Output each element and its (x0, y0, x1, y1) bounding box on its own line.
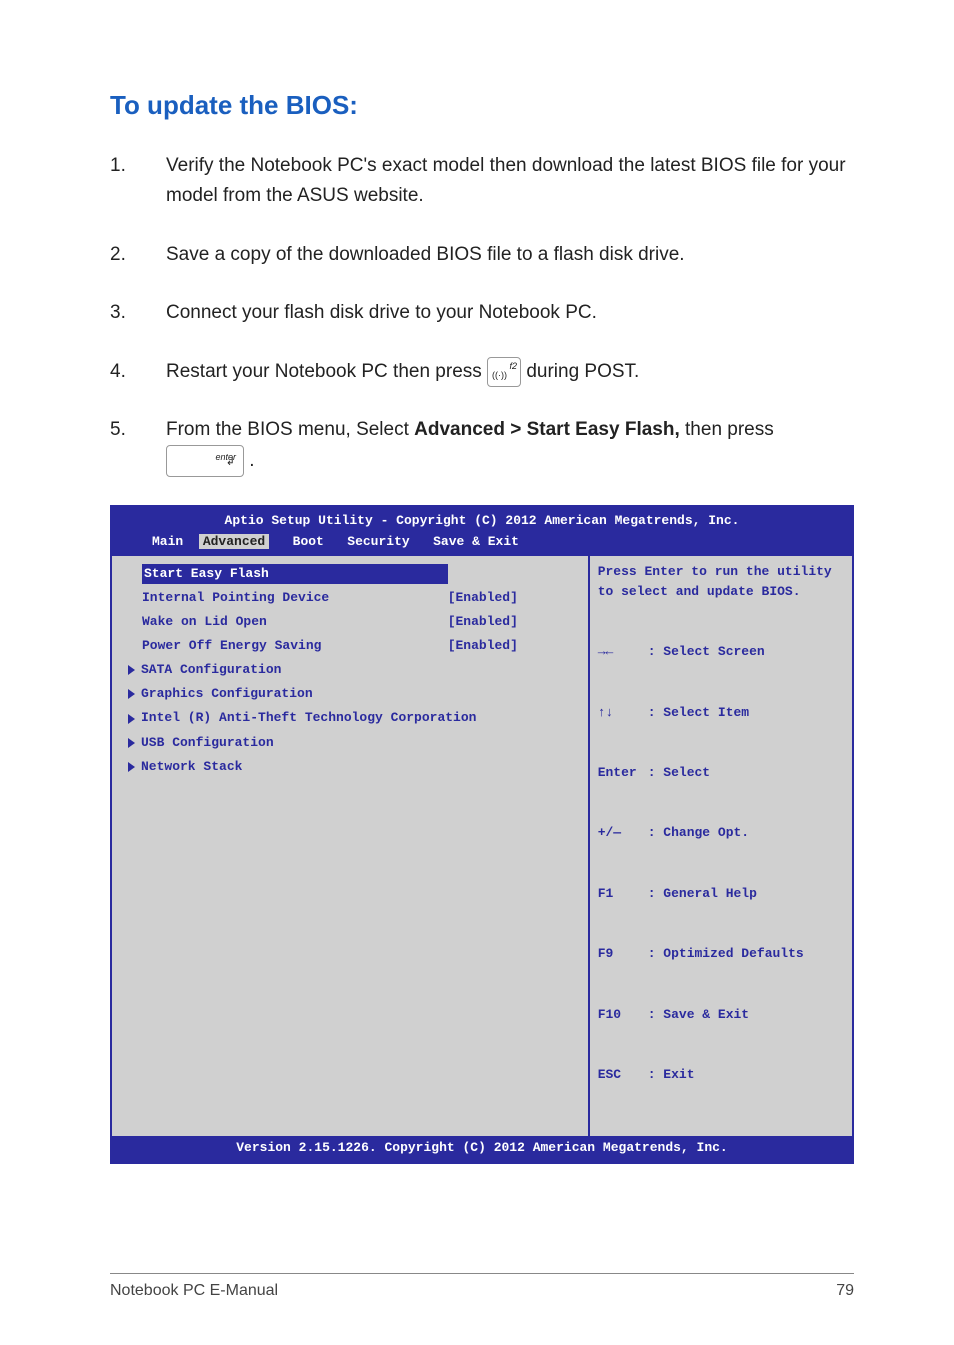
bios-item-value: [Enabled] (448, 588, 578, 608)
legend-key: F9 (598, 944, 648, 964)
step-text: Verify the Notebook PC's exact model the… (166, 151, 854, 212)
f2-keycap: f2 ((·)) (487, 357, 521, 387)
bios-submenu-label: USB Configuration (141, 733, 274, 753)
bios-item-label: Start Easy Flash (142, 564, 448, 584)
step-1: 1. Verify the Notebook PC's exact model … (110, 151, 854, 212)
bios-item-value (448, 564, 578, 584)
bios-submenu-label: SATA Configuration (141, 660, 281, 680)
page-footer: Notebook PC E-Manual 79 (110, 1273, 854, 1300)
bios-item-value: [Enabled] (448, 612, 578, 632)
bios-item-internal-pointing[interactable]: Internal Pointing Device [Enabled] (122, 586, 578, 610)
legend-text: : Select Item (648, 703, 749, 723)
submenu-arrow-icon (128, 714, 135, 724)
step-list: 1. Verify the Notebook PC's exact model … (110, 151, 854, 477)
bios-submenu-network[interactable]: Network Stack (122, 755, 578, 779)
step-3: 3. Connect your flash disk drive to your… (110, 298, 854, 328)
step-number: 2. (110, 240, 166, 270)
step-text-pre: Restart your Notebook PC then press (166, 361, 487, 382)
step-number: 5. (110, 415, 166, 477)
wifi-icon: ((·)) (492, 368, 507, 382)
step-4: 4. Restart your Notebook PC then press f… (110, 357, 854, 387)
step-text: From the BIOS menu, Select Advanced > St… (166, 415, 854, 477)
submenu-arrow-icon (128, 738, 135, 748)
step-number: 3. (110, 298, 166, 328)
bios-item-start-easy-flash[interactable]: Start Easy Flash (122, 562, 578, 586)
bios-submenu-label: Network Stack (141, 757, 242, 777)
bios-submenu-graphics[interactable]: Graphics Configuration (122, 682, 578, 706)
enter-keycap: enter ↲ (166, 445, 244, 477)
bios-item-power-off[interactable]: Power Off Energy Saving [Enabled] (122, 634, 578, 658)
tab-save-exit[interactable]: Save & Exit (433, 534, 519, 549)
legend-key: →← (598, 642, 648, 662)
step-number: 1. (110, 151, 166, 212)
legend-key: ESC (598, 1065, 648, 1085)
step-5: 5. From the BIOS menu, Select Advanced >… (110, 415, 854, 477)
step-text-post: during POST. (526, 361, 639, 382)
submenu-arrow-icon (128, 762, 135, 772)
submenu-arrow-icon (128, 689, 135, 699)
legend-key: ↑↓ (598, 703, 648, 723)
key-label: f2 (510, 359, 518, 373)
footer-title: Notebook PC E-Manual (110, 1282, 278, 1300)
step-number: 4. (110, 357, 166, 387)
legend-text: : Save & Exit (648, 1005, 749, 1025)
bios-help-panel: Press Enter to run the utility to select… (590, 554, 852, 1136)
legend-text: : Optimized Defaults (648, 944, 804, 964)
bios-item-label: Internal Pointing Device (142, 588, 448, 608)
bios-submenu-anti-theft[interactable]: Intel (R) Anti-Theft Technology Corporat… (122, 706, 578, 730)
legend-key: Enter (598, 763, 648, 783)
tab-advanced[interactable]: Advanced (199, 534, 269, 549)
bios-main-panel: Start Easy Flash Internal Pointing Devic… (112, 554, 590, 1136)
legend-text: : Select (648, 763, 710, 783)
tab-main[interactable]: Main (152, 534, 183, 549)
bios-submenu-label: Intel (R) Anti-Theft Technology Corporat… (141, 708, 476, 728)
legend-text: : Select Screen (648, 642, 765, 662)
bios-help-text: Press Enter to run the utility to select… (598, 562, 844, 602)
legend-text: : Exit (648, 1065, 695, 1085)
step-text-bold: Advanced > Start Easy Flash, (414, 419, 680, 440)
tab-security[interactable]: Security (347, 534, 409, 549)
bios-body: Start Easy Flash Internal Pointing Devic… (112, 554, 852, 1136)
submenu-arrow-icon (128, 665, 135, 675)
bios-item-label: Power Off Energy Saving (142, 636, 448, 656)
step-text-pre: From the BIOS menu, Select (166, 419, 414, 440)
bios-item-wake-lid[interactable]: Wake on Lid Open [Enabled] (122, 610, 578, 634)
bios-submenu-sata[interactable]: SATA Configuration (122, 658, 578, 682)
bios-item-label: Wake on Lid Open (142, 612, 448, 632)
step-text: Connect your flash disk drive to your No… (166, 298, 854, 328)
legend-key: F1 (598, 884, 648, 904)
page-number: 79 (836, 1282, 854, 1300)
legend-text: : General Help (648, 884, 757, 904)
bios-submenu-label: Graphics Configuration (141, 684, 313, 704)
legend-key: +/— (598, 823, 648, 843)
legend-text: : Change Opt. (648, 823, 749, 843)
step-text-post: . (249, 450, 254, 471)
bios-screenshot: Aptio Setup Utility - Copyright (C) 2012… (110, 505, 854, 1163)
step-2: 2. Save a copy of the downloaded BIOS fi… (110, 240, 854, 270)
tab-boot[interactable]: Boot (293, 534, 324, 549)
legend-key: F10 (598, 1005, 648, 1025)
step-text: Restart your Notebook PC then press f2 (… (166, 357, 854, 387)
bios-key-legend: →←: Select Screen ↑↓: Select Item Enter:… (598, 602, 844, 1126)
bios-title: Aptio Setup Utility - Copyright (C) 2012… (112, 507, 852, 531)
bios-footer: Version 2.15.1226. Copyright (C) 2012 Am… (112, 1136, 852, 1162)
step-text-mid: then press (685, 419, 774, 440)
enter-arrow-icon: ↲ (226, 454, 235, 472)
section-heading: To update the BIOS: (110, 90, 854, 121)
bios-submenu-usb[interactable]: USB Configuration (122, 731, 578, 755)
bios-item-value: [Enabled] (448, 636, 578, 656)
bios-tabs: Main Advanced Boot Security Save & Exit (112, 532, 852, 554)
step-text: Save a copy of the downloaded BIOS file … (166, 240, 854, 270)
